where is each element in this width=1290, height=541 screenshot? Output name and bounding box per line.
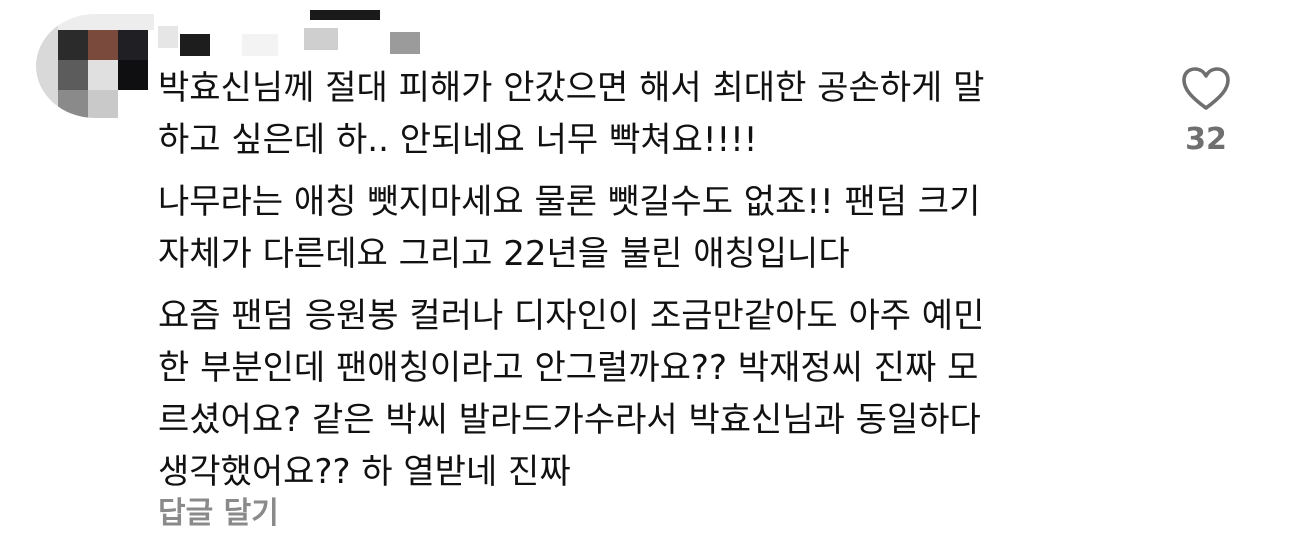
comment-line: 르셨어요? 같은 박씨 발라드가수라서 박효신님과 동일하다: [158, 400, 981, 440]
comment-paragraph: 나무라는 애칭 뺏지마세요 물론 뺏길수도 없죠!! 팬덤 크기 자체가 다른데…: [158, 176, 1138, 280]
avatar[interactable]: [36, 14, 154, 118]
comment-paragraph: 박효신님께 절대 피해가 안갔으면 해서 최대한 공손하게 말 하고 싶은데 하…: [158, 62, 1138, 166]
comment-line: 하고 싶은데 하.. 안되네요 너무 빡쳐요!!!!: [158, 120, 758, 160]
comment-text: 박효신님께 절대 피해가 안갔으면 해서 최대한 공손하게 말 하고 싶은데 하…: [158, 62, 1138, 508]
comment-item: 박효신님께 절대 피해가 안갔으면 해서 최대한 공손하게 말 하고 싶은데 하…: [0, 0, 1290, 541]
comment-line: 요즘 팬덤 응원봉 컬러나 디자인이 조금만같아도 아주 예민: [158, 296, 985, 336]
like-count: 32: [1185, 122, 1227, 157]
reply-button[interactable]: 답글 달기: [158, 488, 279, 532]
heart-outline-icon[interactable]: [1181, 66, 1231, 112]
username[interactable]: [158, 4, 438, 60]
comment-paragraph: 요즘 팬덤 응원봉 컬러나 디자인이 조금만같아도 아주 예민 한 부분인데 팬…: [158, 290, 1138, 498]
like-button[interactable]: 32: [1176, 66, 1236, 157]
comment-line: 한 부분인데 팬애칭이라고 안그럴까요?? 박재정씨 진짜 모: [158, 348, 979, 388]
comment-line: 자체가 다른데요 그리고 22년을 불린 애칭입니다: [158, 234, 850, 274]
comment-line: 박효신님께 절대 피해가 안갔으면 해서 최대한 공손하게 말: [158, 68, 985, 108]
comment-line: 생각했어요?? 하 열받네 진짜: [158, 452, 571, 492]
comment-line: 나무라는 애칭 뺏지마세요 물론 뺏길수도 없죠!! 팬덤 크기: [158, 182, 981, 222]
